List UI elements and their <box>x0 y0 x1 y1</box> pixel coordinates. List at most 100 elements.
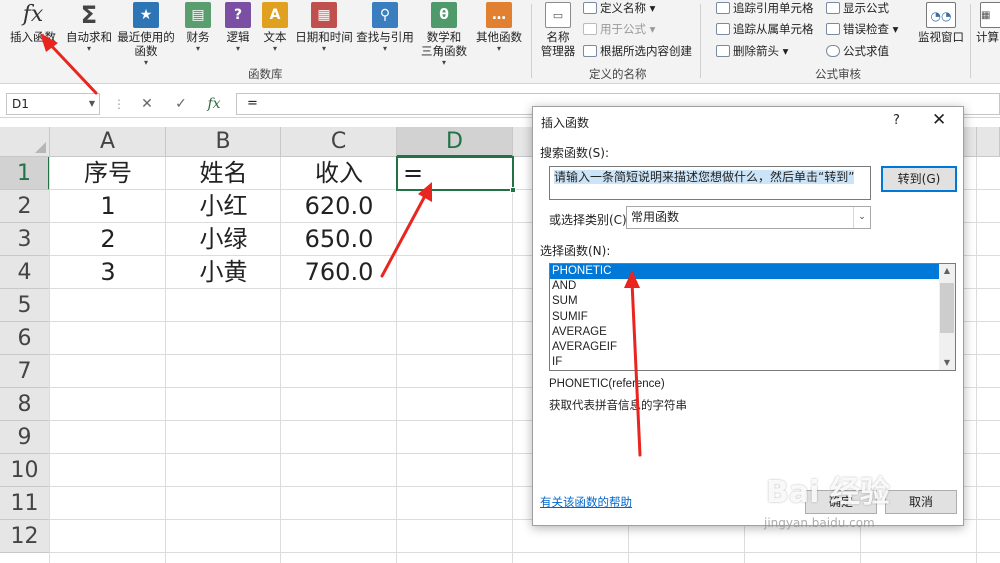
autosum-button[interactable]: Σ 自动求和 ▾ <box>64 0 114 64</box>
chevron-down-icon[interactable]: ▾ <box>418 58 470 68</box>
function-list-item[interactable]: SUMIF <box>550 310 955 325</box>
enter-checkmark-icon[interactable]: ✓ <box>170 93 192 115</box>
go-button[interactable]: 转到(G) <box>881 166 957 192</box>
row-header[interactable]: 1 <box>0 157 50 190</box>
group-defined-names: 定义的名称 <box>589 67 647 81</box>
column-header[interactable]: C <box>281 127 397 157</box>
row-header[interactable]: 9 <box>0 421 50 454</box>
cell-D2[interactable] <box>397 190 513 223</box>
function-list-item[interactable]: AVERAGE <box>550 325 955 340</box>
insert-function-label: 插入函数 <box>10 30 56 44</box>
scroll-thumb[interactable] <box>940 283 954 333</box>
cell-A3[interactable]: 2 <box>50 223 166 256</box>
scroll-down-icon[interactable]: ▼ <box>939 356 955 370</box>
define-name-button[interactable]: 定义名称 ▾ <box>583 0 655 17</box>
datetime-button[interactable]: ▦ 日期和时间 ▾ <box>294 0 354 64</box>
column-header[interactable]: B <box>166 127 281 157</box>
row-header[interactable]: 8 <box>0 388 50 421</box>
error-checking-button[interactable]: 错误检查 ▾ <box>826 20 898 38</box>
remove-arrows-button[interactable]: 删除箭头 ▾ <box>716 42 788 60</box>
chevron-down-icon[interactable]: ▾ <box>64 44 114 54</box>
column-header[interactable] <box>977 127 1000 157</box>
fill-handle[interactable] <box>510 187 516 193</box>
name-manager-button[interactable]: ▭ 名称 管理器 <box>535 0 581 64</box>
chevron-down-icon[interactable]: ▼ <box>89 94 95 114</box>
chevron-down-icon[interactable]: ▾ <box>178 44 218 54</box>
chevron-down-icon[interactable]: ▾ <box>220 44 256 54</box>
cancel-icon[interactable]: ✕ <box>136 93 158 115</box>
cell-A4[interactable]: 3 <box>50 256 166 289</box>
insert-function-fx-icon[interactable]: fx <box>203 93 225 115</box>
more-button[interactable]: … 其他函数 ▾ <box>470 0 528 64</box>
function-list-item[interactable]: PHONETIC <box>550 264 955 280</box>
search-function-input[interactable]: 请输入一条简短说明来描述您想做什么，然后单击“转到” <box>549 166 871 200</box>
group-formula-auditing: 公式审核 <box>815 67 861 81</box>
create-from-selection-button[interactable]: 根据所选内容创建 <box>583 42 692 60</box>
chevron-down-icon[interactable]: ▾ <box>354 44 416 54</box>
cell-C1[interactable]: 收入 <box>281 157 397 190</box>
chevron-down-icon[interactable]: ▾ <box>294 44 354 54</box>
chevron-down-icon[interactable]: ▾ <box>258 44 292 54</box>
cell-B1[interactable]: 姓名 <box>166 157 281 190</box>
row-header[interactable]: 12 <box>0 520 50 553</box>
cell-D3[interactable] <box>397 223 513 256</box>
cell-A2[interactable]: 1 <box>50 190 166 223</box>
row-header[interactable]: 7 <box>0 355 50 388</box>
row-header[interactable]: 6 <box>0 322 50 355</box>
column-header[interactable]: A <box>50 127 166 157</box>
lookup-button[interactable]: ⚲ 查找与引用 ▾ <box>354 0 416 64</box>
cell-B2[interactable]: 小红 <box>166 190 281 223</box>
row-header[interactable]: 3 <box>0 223 50 256</box>
math-button[interactable]: θ 数学和 三角函数 ▾ <box>418 0 470 67</box>
function-list-item[interactable]: AVERAGEIF <box>550 340 955 355</box>
cell-C4[interactable]: 760.0 <box>281 256 397 289</box>
insert-function-button[interactable]: fx 插入函数 <box>4 0 62 64</box>
recent-label-2: 函数 <box>134 44 158 58</box>
scroll-up-icon[interactable]: ▲ <box>939 264 955 278</box>
trace-dependents-button[interactable]: 追踪从属单元格 <box>716 20 814 38</box>
evaluate-formula-button[interactable]: 公式求值 <box>826 42 889 60</box>
cell-C2[interactable]: 620.0 <box>281 190 397 223</box>
category-select[interactable]: 常用函数 ⌄ <box>626 206 871 229</box>
function-list-item[interactable]: AND <box>550 279 955 294</box>
financial-button[interactable]: ▤ 财务 ▾ <box>178 0 218 64</box>
function-list-item[interactable]: SUM <box>550 294 955 309</box>
text-button[interactable]: A 文本 ▾ <box>258 0 292 64</box>
ok-button[interactable]: 确定 <box>805 490 877 514</box>
help-icon[interactable]: ? <box>893 113 900 128</box>
row-header[interactable]: 5 <box>0 289 50 322</box>
name-box[interactable]: D1 ▼ <box>6 93 100 115</box>
cell-B4[interactable]: 小黄 <box>166 256 281 289</box>
watch-window-button[interactable]: ◔◔ 监视窗口 <box>914 0 968 64</box>
calculation-button[interactable]: ▦ 计算 <box>976 0 1000 64</box>
gridline <box>976 157 977 563</box>
function-list-item[interactable]: IF <box>550 355 955 370</box>
recent-button[interactable]: ★ 最近使用的 函数 ▾ <box>114 0 178 67</box>
row-header[interactable]: 11 <box>0 487 50 520</box>
cell-C3[interactable]: 650.0 <box>281 223 397 256</box>
datetime-label: 日期和时间 <box>295 30 353 44</box>
select-all-button[interactable] <box>0 127 50 157</box>
column-header[interactable]: D <box>397 127 513 157</box>
calculation-label: 计算 <box>976 30 999 44</box>
chevron-down-icon[interactable]: ▾ <box>114 58 178 68</box>
close-icon[interactable]: ✕ <box>932 110 946 130</box>
row-header[interactable]: 4 <box>0 256 50 289</box>
use-in-formula-button[interactable]: 用于公式 ▾ <box>583 20 655 38</box>
cancel-button[interactable]: 取消 <box>885 490 957 514</box>
show-formulas-button[interactable]: 显示公式 <box>826 0 889 17</box>
chevron-down-icon[interactable]: ▾ <box>470 44 528 54</box>
row-header[interactable]: 2 <box>0 190 50 223</box>
cell-B3[interactable]: 小绿 <box>166 223 281 256</box>
function-list[interactable]: PHONETIC AND SUM SUMIF AVERAGE AVERAGEIF IF ▲ … <box>549 263 956 371</box>
cell-D4[interactable] <box>397 256 513 289</box>
scrollbar[interactable]: ▲ ▼ <box>939 264 955 370</box>
row-header[interactable]: 10 <box>0 454 50 487</box>
chevron-down-icon[interactable]: ⌄ <box>853 207 870 228</box>
trace-precedents-button[interactable]: 追踪引用单元格 <box>716 0 814 17</box>
tag-icon <box>583 2 597 14</box>
grid-select-icon <box>583 45 597 57</box>
cell-A1[interactable]: 序号 <box>50 157 166 190</box>
help-link[interactable]: 有关该函数的帮助 <box>540 494 632 510</box>
logical-button[interactable]: ? 逻辑 ▾ <box>220 0 256 64</box>
